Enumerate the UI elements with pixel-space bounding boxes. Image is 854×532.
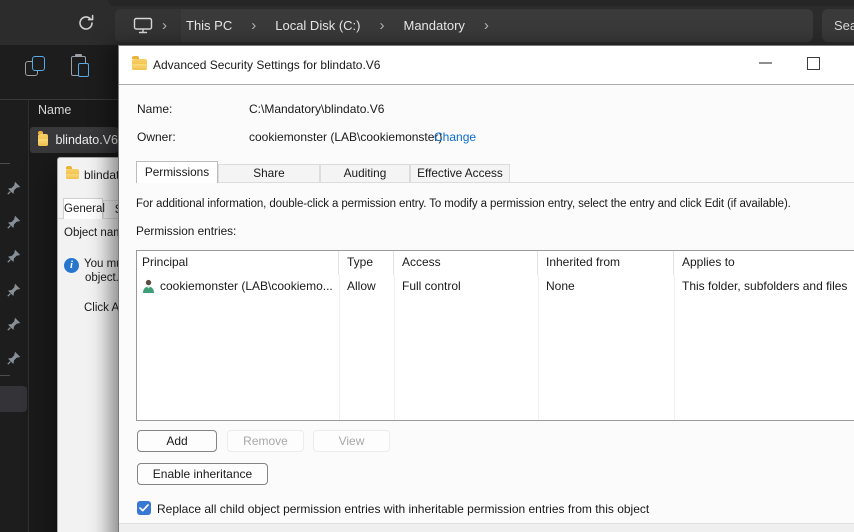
dialog-title: Advanced Security Settings for blindato.… <box>153 58 381 72</box>
address-bar[interactable]: › This PC › Local Disk (C:) › Mandatory … <box>115 9 813 42</box>
permission-entries-table: Principal Type Access Inherited from App… <box>136 250 854 421</box>
check-icon <box>139 504 149 512</box>
tab-strip-edge <box>108 0 854 6</box>
pin-icon <box>7 351 21 365</box>
pin-icon <box>7 215 21 229</box>
owner-label: Owner: <box>137 130 176 144</box>
remove-button[interactable]: Remove <box>227 430 304 452</box>
info-icon: i <box>64 258 79 273</box>
header-access[interactable]: Access <box>394 251 538 275</box>
explorer-command-bar <box>0 45 118 100</box>
this-pc-icon <box>133 17 153 34</box>
pin-icon <box>7 317 21 331</box>
table-header-row: Principal Type Access Inherited from App… <box>137 251 854 275</box>
cell-type: Allow <box>347 279 376 293</box>
add-button[interactable]: Add <box>137 430 217 452</box>
name-value: C:\Mandatory\blindato.V6 <box>249 102 385 116</box>
nav-divider <box>0 375 10 376</box>
minimize-button[interactable] <box>750 50 780 76</box>
pin-icon <box>7 283 21 297</box>
chevron-icon[interactable]: › <box>475 11 498 41</box>
cell-applies-to: This folder, subfolders and files <box>682 279 848 293</box>
search-text: Sea <box>834 18 854 33</box>
tab-permissions[interactable]: Permissions <box>136 161 218 183</box>
column-header-name[interactable]: Name <box>38 103 71 117</box>
tab-effective-access[interactable]: Effective Access <box>410 164 510 182</box>
header-principal[interactable]: Principal <box>137 251 339 275</box>
folder-icon <box>66 166 79 179</box>
nav-divider <box>0 163 10 164</box>
table-row[interactable]: cookiemonster (LAB\cookiemo... Allow Ful… <box>137 275 854 297</box>
chevron-icon[interactable]: › <box>153 11 176 41</box>
header-inherited-from[interactable]: Inherited from <box>538 251 674 275</box>
dialog-footer <box>119 523 854 532</box>
navigation-pane <box>0 100 29 532</box>
name-label: Name: <box>137 102 173 116</box>
breadcrumb-mandatory[interactable]: Mandatory <box>393 18 474 33</box>
advanced-security-dialog: Advanced Security Settings for blindato.… <box>118 45 854 532</box>
owner-value: cookiemonster (LAB\cookiemonster) <box>249 130 443 144</box>
info-text-line2: object. <box>85 272 119 284</box>
folder-icon <box>38 131 49 146</box>
file-row-blindato[interactable]: blindato.V6 <box>30 127 118 153</box>
header-applies-to[interactable]: Applies to <box>674 251 854 275</box>
user-icon <box>142 279 155 294</box>
permission-entries-label: Permission entries: <box>136 224 237 238</box>
header-type[interactable]: Type <box>339 251 394 275</box>
chevron-icon[interactable]: › <box>242 11 265 41</box>
file-name: blindato.V6 <box>55 133 118 147</box>
copy-icon[interactable] <box>24 55 46 77</box>
folder-icon <box>132 56 147 70</box>
view-button[interactable]: View <box>313 430 390 452</box>
pin-icon <box>7 181 21 195</box>
minimize-icon <box>758 62 772 64</box>
enable-inheritance-button[interactable]: Enable inheritance <box>137 463 268 485</box>
replace-child-permissions-label: Replace all child object permission entr… <box>157 502 650 516</box>
cell-access: Full control <box>402 279 461 293</box>
tab-baseline <box>136 182 854 183</box>
screen: › This PC › Local Disk (C:) › Mandatory … <box>0 0 854 532</box>
change-owner-link[interactable]: Change <box>434 130 476 144</box>
replace-child-permissions-checkbox[interactable] <box>137 501 151 515</box>
tab-general[interactable]: General <box>63 198 105 219</box>
pin-icon <box>7 249 21 263</box>
instruction-text: For additional information, double-click… <box>136 198 791 210</box>
breadcrumb-this-pc[interactable]: This PC <box>176 18 242 33</box>
cell-principal: cookiemonster (LAB\cookiemo... <box>160 279 333 293</box>
refresh-button[interactable] <box>76 13 96 33</box>
breadcrumb-local-disk[interactable]: Local Disk (C:) <box>265 18 370 33</box>
paste-icon[interactable] <box>70 54 92 78</box>
tab-auditing[interactable]: Auditing <box>320 164 410 182</box>
tab-share[interactable]: Share <box>218 164 320 182</box>
explorer-address-bar-region: › This PC › Local Disk (C:) › Mandatory … <box>0 0 854 45</box>
dialog-titlebar: Advanced Security Settings for blindato.… <box>119 46 854 85</box>
maximize-icon <box>806 56 820 70</box>
cell-inherited-from: None <box>546 279 575 293</box>
search-input[interactable]: Sea <box>822 9 854 42</box>
maximize-button[interactable] <box>798 50 828 76</box>
nav-selected-item[interactable] <box>0 386 27 412</box>
chevron-icon[interactable]: › <box>370 11 393 41</box>
